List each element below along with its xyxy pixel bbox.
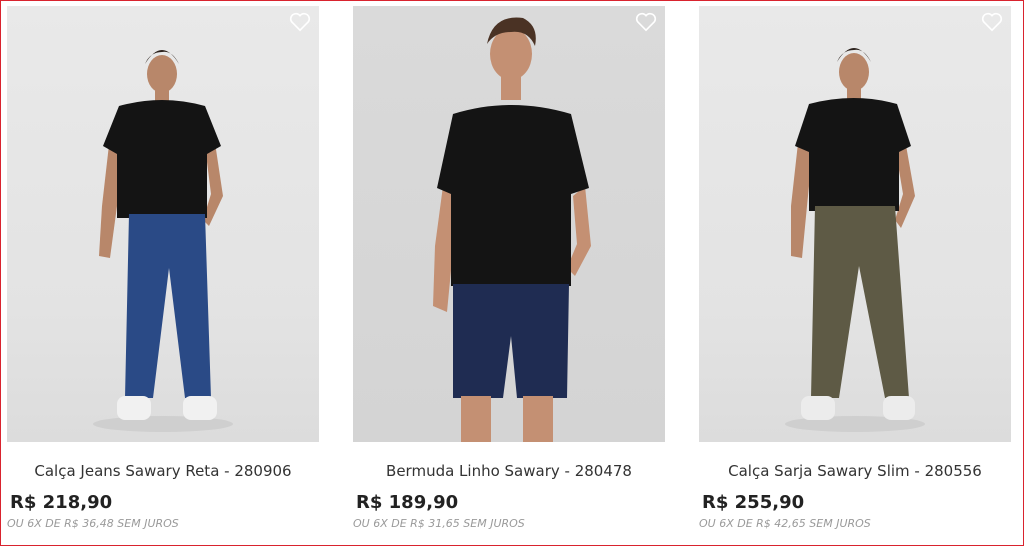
favorite-heart-icon[interactable]: [635, 12, 657, 32]
product-price: R$ 218,90: [10, 492, 113, 513]
product-card[interactable]: Calça Sarja Sawary Slim - 280556 R$ 255,…: [699, 6, 1011, 530]
product-photo[interactable]: [353, 6, 665, 442]
product-card[interactable]: Calça Jeans Sawary Reta - 280906 R$ 218,…: [7, 6, 319, 530]
product-name[interactable]: Calça Sarja Sawary Slim - 280556: [699, 462, 1011, 480]
product-name[interactable]: Bermuda Linho Sawary - 280478: [353, 462, 665, 480]
product-price: R$ 189,90: [356, 492, 459, 513]
product-installments: OU 6X DE R$ 42,65 SEM JUROS: [699, 517, 871, 530]
model-bermuda-image: [433, 17, 591, 442]
product-price: R$ 255,90: [702, 492, 805, 513]
product-photo[interactable]: [7, 6, 319, 442]
product-card[interactable]: Bermuda Linho Sawary - 280478 R$ 189,90 …: [353, 6, 665, 530]
favorite-heart-icon[interactable]: [289, 12, 311, 32]
model-jeans-image: [93, 50, 233, 432]
product-name[interactable]: Calça Jeans Sawary Reta - 280906: [7, 462, 319, 480]
product-installments: OU 6X DE R$ 31,65 SEM JUROS: [353, 517, 525, 530]
favorite-heart-icon[interactable]: [981, 12, 1003, 32]
product-photo[interactable]: [699, 6, 1011, 442]
product-installments: OU 6X DE R$ 36,48 SEM JUROS: [7, 517, 179, 530]
model-sarja-image: [785, 48, 925, 432]
